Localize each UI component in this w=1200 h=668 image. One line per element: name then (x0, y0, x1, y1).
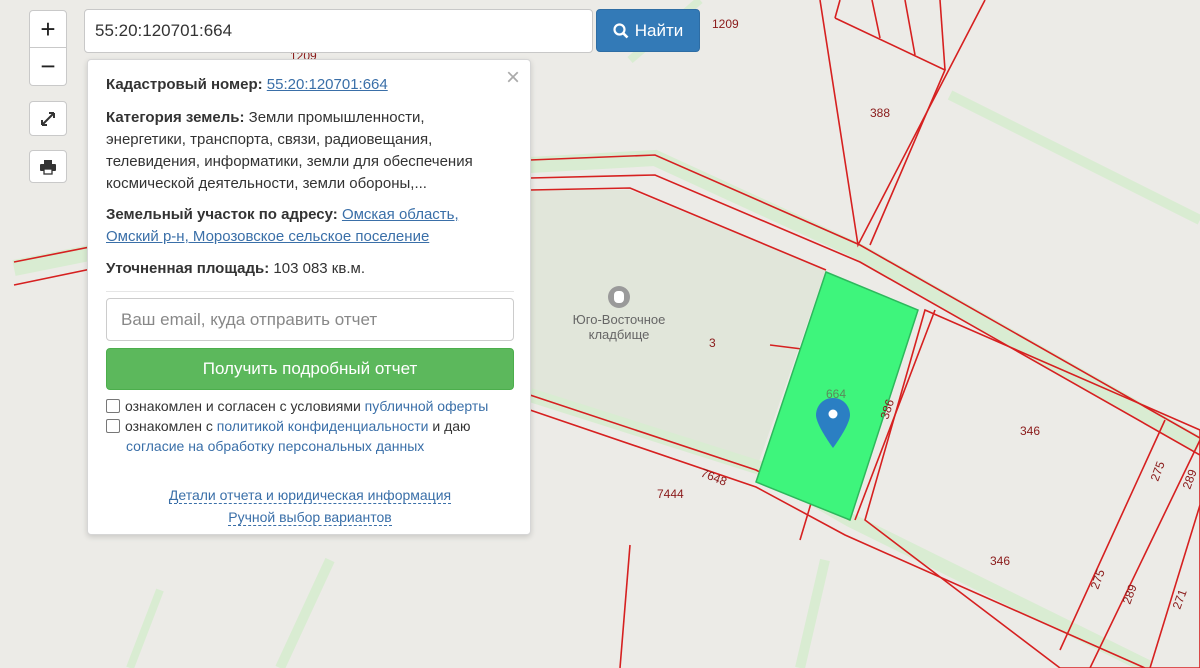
printer-icon (40, 159, 56, 175)
fullscreen-button[interactable] (29, 101, 67, 136)
cadastral-number-row: Кадастровый номер: 55:20:120701:664 (106, 74, 501, 96)
search-button[interactable]: Найти (596, 9, 700, 52)
zoom-out-button[interactable]: − (29, 48, 67, 86)
privacy-consent-text: ознакомлен с (125, 418, 213, 434)
manual-selection-link-row: Ручной выбор вариантов (88, 506, 532, 528)
cemetery-name-line1: Юго-Восточное (573, 312, 666, 327)
cemetery-name-line2: кладбище (589, 327, 650, 342)
offer-consent-row: ознакомлен и согласен с условиями публич… (106, 396, 516, 416)
email-input[interactable] (106, 298, 514, 341)
close-icon[interactable]: × (506, 66, 520, 90)
divider (106, 291, 514, 292)
parcel-label: 388 (870, 106, 890, 120)
cemetery-icon (608, 286, 630, 308)
privacy-policy-link[interactable]: политикой конфиденциальности (217, 418, 429, 434)
report-details-link-row: Детали отчета и юридическая информация (88, 484, 532, 506)
cadastral-number-link[interactable]: 55:20:120701:664 (267, 76, 388, 93)
search-icon (613, 22, 629, 38)
parcel-label: 7444 (657, 487, 684, 501)
area-value: 103 083 кв.м. (273, 260, 365, 277)
public-offer-link[interactable]: публичной оферты (365, 398, 489, 414)
category-label: Категория земель: (106, 109, 245, 126)
privacy-consent-text2: и даю (432, 418, 471, 434)
search-input[interactable] (84, 9, 593, 53)
privacy-checkbox[interactable] (106, 419, 120, 433)
parcel-label: 1209 (712, 17, 739, 31)
area-row: Уточненная площадь: 103 083 кв.м. (106, 258, 501, 280)
search-button-label: Найти (634, 20, 684, 40)
get-report-button[interactable]: Получить подробный отчет (106, 348, 514, 390)
address-label: Земельный участок по адресу: (106, 206, 338, 223)
offer-checkbox[interactable] (106, 399, 120, 413)
personal-data-consent-link[interactable]: согласие на обработку персональных данны… (106, 438, 424, 454)
zoom-in-button[interactable]: + (29, 10, 67, 48)
parcel-label: 346 (1020, 424, 1040, 438)
area-label: Уточненная площадь: (106, 260, 270, 277)
address-row: Земельный участок по адресу: Омская обла… (106, 204, 501, 248)
privacy-consent-row: ознакомлен с политикой конфиденциальност… (106, 416, 516, 456)
cadastral-label: Кадастровый номер: (106, 76, 263, 93)
manual-selection-link[interactable]: Ручной выбор вариантов (228, 509, 392, 526)
parcel-label: 3 (709, 336, 716, 350)
print-button[interactable] (29, 150, 67, 183)
offer-consent-text: ознакомлен и согласен с условиями (125, 398, 361, 414)
expand-icon (41, 111, 55, 126)
parcel-info-popup: × Кадастровый номер: 55:20:120701:664 Ка… (87, 59, 531, 535)
report-details-link[interactable]: Детали отчета и юридическая информация (168, 487, 452, 504)
parcel-label: 346 (990, 554, 1010, 568)
land-category-row: Категория земель: Земли промышленности, … (106, 107, 501, 195)
